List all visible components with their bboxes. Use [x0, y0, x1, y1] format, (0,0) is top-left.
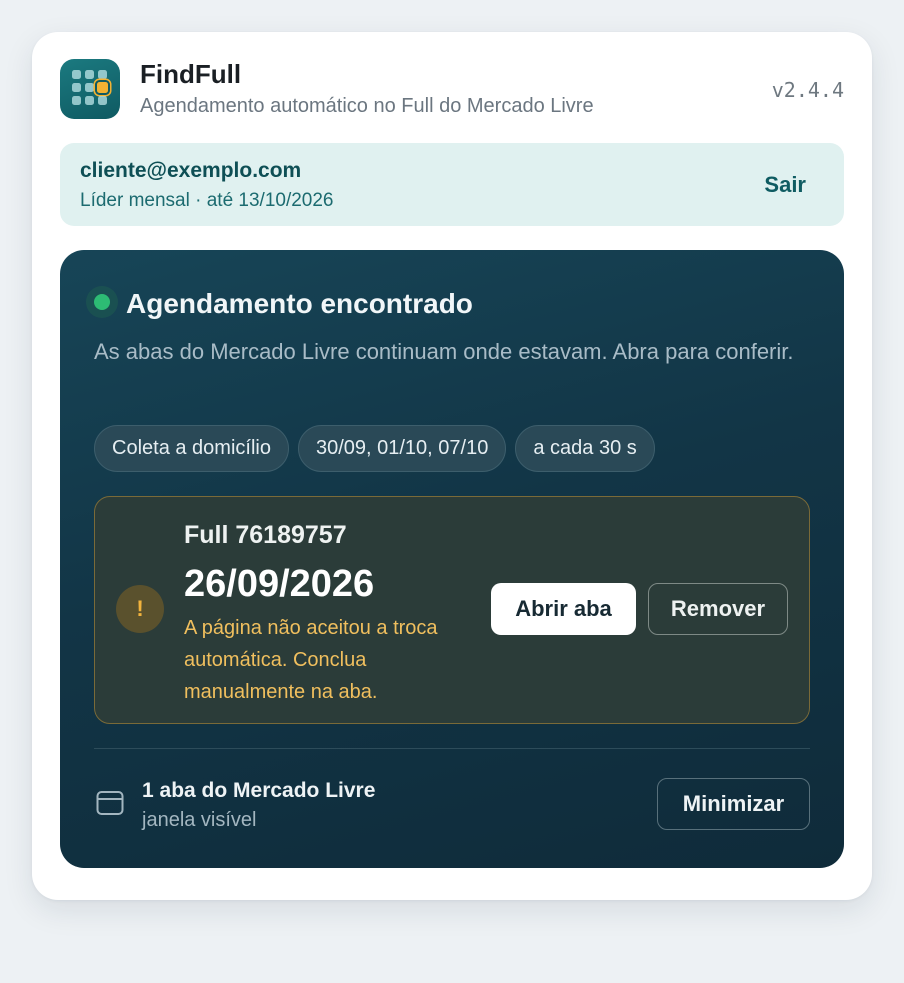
tabs-count: 1 aba do Mercado Livre	[142, 779, 376, 802]
status-title: Agendamento encontrado	[126, 288, 473, 319]
popup-panel: FindFull Agendamento automático no Full …	[32, 32, 872, 900]
account-plan: Líder mensal · até 13/10/2026	[80, 190, 334, 211]
app-subtitle: Agendamento automático no Full do Mercad…	[140, 95, 594, 117]
browser-window-icon	[96, 791, 124, 815]
account-bar: cliente@exemplo.com Líder mensal · até 1…	[60, 143, 844, 226]
chip-dates: 30/09, 01/10, 07/10	[297, 425, 507, 472]
status-indicator	[86, 286, 118, 318]
account-email: cliente@exemplo.com	[80, 159, 302, 182]
app-title: FindFull	[140, 59, 242, 89]
header: FindFull Agendamento automático no Full …	[60, 59, 844, 119]
tabs-state: janela visível	[142, 809, 257, 831]
status-card: Agendamento encontrado As abas do Mercad…	[60, 250, 844, 868]
divider	[94, 748, 810, 749]
booking-warning: A página não aceitou a troca automática.…	[184, 617, 438, 703]
status-description: As abas do Mercado Livre continuam onde …	[94, 339, 794, 364]
minimize-button[interactable]: Minimizar	[657, 778, 810, 830]
filter-chips: Coleta a domicílio 30/09, 01/10, 07/10 a…	[94, 425, 655, 472]
open-tab-button[interactable]: Abrir aba	[491, 583, 636, 635]
calendar-grid-icon	[60, 59, 120, 119]
chip-collection-type: Coleta a domicílio	[94, 425, 289, 472]
remove-button[interactable]: Remover	[648, 583, 788, 635]
booking-id: Full 76189757	[184, 521, 347, 549]
exclamation-icon: !	[116, 585, 164, 633]
booking-date: 26/09/2026	[184, 563, 375, 605]
chip-interval: a cada 30 s	[515, 425, 655, 472]
booking-item: ! Full 76189757 26/09/2026 A página não …	[94, 496, 810, 724]
logout-button[interactable]: Sair	[764, 171, 806, 199]
version-label: v2.4.4	[771, 78, 844, 102]
